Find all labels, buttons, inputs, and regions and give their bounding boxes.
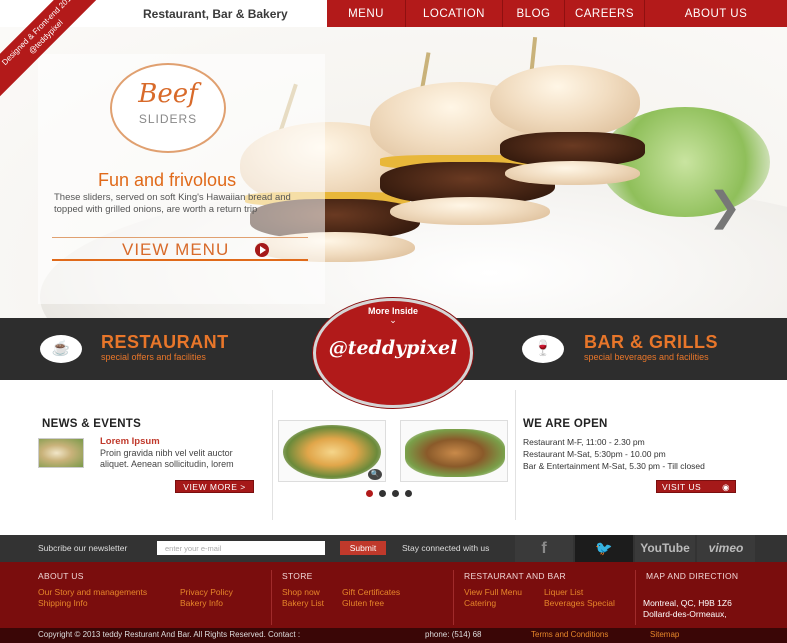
bun-bottom-image: [390, 197, 550, 225]
footer-divider: [271, 570, 272, 625]
news-thumbnail[interactable]: [38, 438, 84, 468]
more-inside-badge[interactable]: More Inside ⌄ @teddypixel: [313, 298, 473, 408]
nav-about-us[interactable]: ABOUT US: [644, 0, 787, 27]
hero-title: Fun and frivolous: [98, 170, 237, 190]
twitter-icon[interactable]: 🐦: [575, 535, 633, 562]
restaurant-title[interactable]: RESTAURANT: [101, 332, 229, 353]
footer-link[interactable]: View Full Menu: [464, 587, 522, 597]
news-item-text: Proin gravida nibh vel velit auctor aliq…: [100, 448, 234, 469]
hours-line: Bar & Entertainment M-Sat, 5.30 pm - Til…: [523, 461, 705, 471]
nav-blog[interactable]: BLOG: [502, 0, 564, 27]
brand-tagline: Restaurant, Bar & Bakery: [143, 7, 288, 21]
hours-heading: WE ARE OPEN: [523, 418, 608, 430]
footer-address-line: Montreal, QC, H9B 1Z6: [643, 598, 732, 608]
coffee-cup-icon: ☕: [40, 335, 82, 363]
copyright-text: Copyright © 2013 teddy Resturant And Bar…: [38, 630, 301, 639]
beef-sliders-badge: Beef SLIDERS: [110, 63, 226, 153]
divider: [515, 390, 516, 520]
newsletter-label: Subcribe our newsletter: [38, 543, 128, 553]
submit-button[interactable]: Submit: [340, 541, 386, 555]
hours-line: Restaurant M-Sat, 5:30pm - 10.00 pm: [523, 449, 666, 459]
play-icon: [255, 243, 269, 257]
stay-connected-label: Stay connected with us: [402, 543, 490, 553]
footer-link[interactable]: Bakery Info: [180, 598, 223, 608]
email-field[interactable]: [157, 541, 325, 555]
teddypixel-handle: @teddypixel: [328, 337, 458, 359]
gallery-photo-2[interactable]: [400, 420, 508, 482]
footer-divider: [453, 570, 454, 625]
main-nav: MENU LOCATION BLOG CAREERS ABOUT US: [327, 0, 787, 27]
newsletter-bar: Subcribe our newsletter Submit Stay conn…: [0, 535, 787, 562]
wine-glass-icon: 🍷: [522, 335, 564, 363]
hours-line: Restaurant M-F, 11:00 - 2.30 pm: [523, 437, 645, 447]
wifi-icon: ◉: [722, 482, 731, 492]
hero-description: These sliders, served on soft King's Haw…: [54, 192, 291, 215]
nav-location[interactable]: LOCATION: [405, 0, 502, 27]
pagination-dot[interactable]: [366, 490, 373, 497]
divider: [272, 390, 273, 520]
youtube-icon[interactable]: YouTube: [635, 535, 695, 562]
footer-restaurant-heading: RESTAURANT AND BAR: [464, 571, 566, 581]
chevron-down-icon: ⌄: [389, 315, 397, 325]
dish-image: [283, 425, 381, 479]
bun-image: [490, 65, 640, 137]
footer-link[interactable]: Beverages Special: [544, 598, 615, 608]
view-menu-label: VIEW MENU: [122, 240, 230, 259]
footer-store-heading: STORE: [282, 571, 313, 581]
gallery-pagination: [366, 490, 412, 497]
vimeo-icon[interactable]: vimeo: [697, 535, 755, 562]
nav-careers[interactable]: CAREERS: [564, 0, 644, 27]
bun-bottom-image: [505, 161, 640, 185]
pagination-dot[interactable]: [392, 490, 399, 497]
bar-grills-title[interactable]: BAR & GRILLS: [584, 332, 718, 353]
terms-link[interactable]: Terms and Conditions: [531, 630, 608, 639]
footer-link[interactable]: Shipping Info: [38, 598, 88, 608]
bar-grills-subtitle: special beverages and facilities: [584, 352, 709, 362]
footer-link[interactable]: Gluten free: [342, 598, 384, 608]
footer-about-heading: ABOUT US: [38, 571, 84, 581]
news-heading: NEWS & EVENTS: [42, 418, 142, 430]
news-item-title[interactable]: Lorem Ipsum: [100, 436, 160, 447]
copyright-bar: Copyright © 2013 teddy Resturant And Bar…: [0, 628, 787, 643]
nav-menu[interactable]: MENU: [327, 0, 405, 27]
sitemap-link[interactable]: Sitemap: [650, 630, 679, 639]
visit-us-label: VISIT US: [661, 482, 702, 492]
footer-divider: [635, 570, 636, 625]
view-menu-button[interactable]: VIEW MENU: [52, 237, 308, 261]
pagination-dot[interactable]: [379, 490, 386, 497]
pagination-dot[interactable]: [405, 490, 412, 497]
footer-address-line: Dollard-des-Ormeaux,: [643, 609, 727, 619]
contact-phone: phone: (514) 68: [425, 630, 482, 639]
view-more-button[interactable]: VIEW MORE >: [175, 480, 254, 493]
footer-link[interactable]: Shop now: [282, 587, 320, 597]
footer-link[interactable]: Gift Certificates: [342, 587, 400, 597]
badge-subtitle: SLIDERS: [138, 112, 198, 126]
footer-link[interactable]: Bakery List: [282, 598, 324, 608]
facebook-icon[interactable]: f: [515, 535, 573, 562]
footer-link[interactable]: Privacy Policy: [180, 587, 233, 597]
next-slide-arrow-icon[interactable]: ❯: [708, 187, 742, 227]
dish-image: [405, 429, 505, 477]
badge-title: Beef: [138, 79, 198, 109]
footer-link[interactable]: Catering: [464, 598, 496, 608]
zoom-icon[interactable]: 🔍: [368, 469, 382, 480]
visit-us-button[interactable]: VISIT US ◉: [656, 480, 736, 493]
restaurant-subtitle: special offers and facilities: [101, 352, 206, 362]
footer-map-heading: MAP AND DIRECTION: [646, 571, 739, 581]
footer-link[interactable]: Our Story and managements: [38, 587, 147, 597]
gallery-photo-1[interactable]: 🔍: [278, 420, 386, 482]
footer-link[interactable]: Liquer List: [544, 587, 583, 597]
opening-hours: Restaurant M-F, 11:00 - 2.30 pm Restaura…: [523, 436, 705, 472]
